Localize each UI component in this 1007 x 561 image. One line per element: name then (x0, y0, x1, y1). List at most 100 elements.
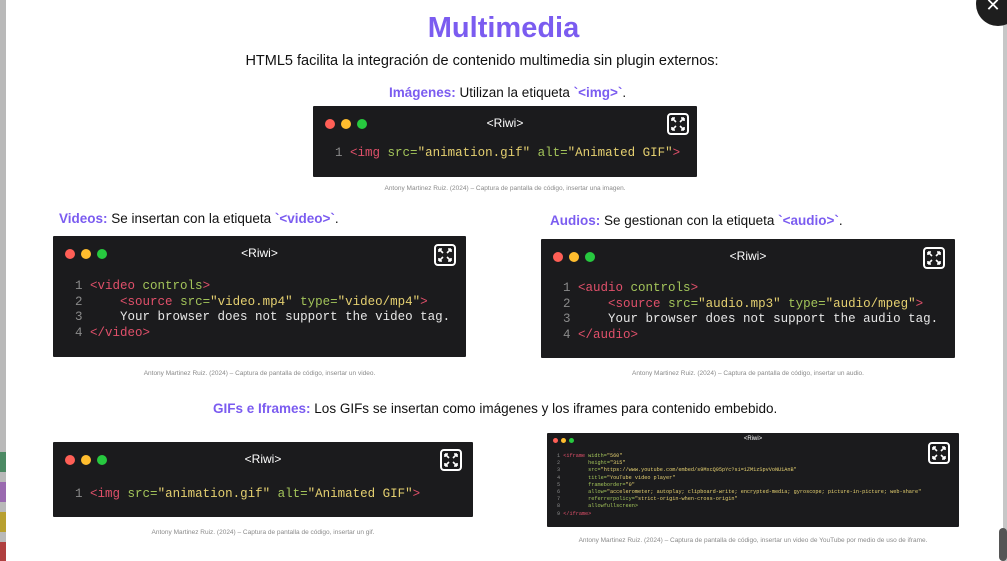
code-attr: controls (623, 281, 691, 295)
code-string: "YouTube video player" (606, 474, 676, 481)
code-block: 1 <img src="animation.gif" alt="Animated… (335, 146, 680, 162)
line-number: 3 (557, 467, 561, 474)
code-window-gifs: <Riwi> 1 <img src="animation.gif" alt="A… (53, 442, 473, 517)
images-lead: Imágenes: Utilizan la etiqueta `<img>`. (389, 85, 626, 100)
code-tag: <video (90, 279, 136, 293)
line-number: 1 (75, 487, 83, 501)
images-text: Utilizan la etiqueta (455, 85, 574, 100)
code-tag: <img (90, 487, 128, 501)
iframe-caption: Antony Martinez Ruiz. (2024) – Captura d… (578, 537, 928, 544)
window-title: <Riwi> (241, 246, 278, 260)
code-string: "accelerometer; autoplay; clipboard-writ… (606, 489, 922, 496)
line-number: 2 (75, 294, 83, 309)
code-attr: src= (387, 146, 418, 160)
line-number: 2 (557, 460, 561, 467)
code-tag: <source (608, 296, 661, 311)
code-attr: src= (563, 467, 601, 474)
window-title: <Riwi> (743, 436, 763, 442)
code-line: 7 referrerpolicy="strict-origin-when-cro… (557, 496, 921, 503)
code-block: 1 <video controls> 2 <source src="video.… (75, 279, 450, 341)
backdrop-right (1003, 0, 1007, 561)
code-attr: controls (135, 279, 203, 293)
audios-caption: Antony Martinez Ruiz. (2024) – Captura d… (632, 370, 864, 377)
line-number: 8 (557, 503, 561, 510)
line-number: 6 (557, 489, 561, 496)
line-number: 9 (557, 510, 561, 517)
code-text: Your browser does not support the video … (90, 310, 451, 324)
code-line: 5 frameborder="0" (557, 482, 921, 489)
expand-icon[interactable] (923, 247, 945, 269)
code-string: "https://www.youtube.com/embed/s9MxcQ95p… (600, 467, 797, 474)
code-attr: frameborder= (563, 481, 626, 488)
expand-icon[interactable] (928, 442, 950, 464)
code-window-images: <Riwi> 1 <img src="animation.gif" alt="A… (313, 106, 697, 177)
code-window-iframe: <Riwi> 1 <iframe width="560" 2 height="31… (547, 433, 959, 527)
code-string: "Animated GIF" (307, 487, 413, 501)
line-number: 4 (75, 325, 83, 340)
code-tag: <source (120, 294, 173, 309)
code-tag: </iframe> (563, 510, 592, 517)
code-line: 8 allowfullscreen> (557, 503, 921, 510)
line-number: 3 (563, 312, 571, 326)
scrollbar[interactable] (999, 528, 1007, 561)
gifs-keyword: GIFs e Iframes: (213, 401, 311, 416)
code-attr: type= (292, 294, 338, 309)
line-number: 4 (563, 327, 571, 342)
code-attr: alt= (530, 146, 568, 160)
images-tag: `<img>` (573, 85, 623, 100)
code-attr: src= (127, 487, 158, 501)
code-string: "video.mp4" (210, 294, 293, 309)
code-tag: > (420, 294, 428, 309)
videos-caption: Antony Martinez Ruiz. (2024) – Captura d… (143, 370, 376, 377)
code-block: 1 <img src="animation.gif" alt="Animated… (75, 487, 420, 503)
code-tag: <img (350, 146, 388, 160)
line-number: 2 (563, 296, 571, 311)
code-string: "Animated GIF" (567, 146, 673, 160)
code-string: "315" (609, 460, 626, 467)
code-tag: > (412, 487, 421, 501)
line-number: 4 (557, 474, 561, 481)
code-string: "video/mp4" (337, 294, 421, 309)
videos-end: . (334, 211, 339, 226)
code-attr: type= (780, 296, 826, 311)
code-attr: referrerpolicy= (563, 496, 635, 503)
videos-text: Se insertan con la etiqueta (107, 211, 275, 226)
code-window-audios: <Riwi> 1 <audio controls> 2 <source src=… (541, 239, 955, 358)
window-title: <Riwi> (244, 452, 282, 466)
line-number: 1 (557, 453, 561, 459)
code-tag: > (915, 296, 924, 311)
code-string: "audio/mpeg" (825, 296, 916, 311)
expand-icon[interactable] (667, 113, 689, 135)
gifs-caption: Antony Martinez Ruiz. (2024) – Captura d… (151, 529, 375, 536)
code-line: 2 height="315" (557, 460, 921, 467)
code-string: "animation.gif" (417, 146, 531, 160)
code-tag: </audio> (578, 327, 639, 342)
videos-lead: Videos: Se insertan con la etiqueta `<vi… (59, 211, 339, 226)
code-tag: > (202, 279, 211, 293)
code-tag: <audio (578, 281, 624, 295)
line-number: 7 (557, 496, 561, 503)
audios-keyword: Audios: (550, 213, 601, 228)
audios-tag: `<audio>` (778, 213, 839, 228)
images-caption: Antony Martinez Ruiz. (2024) – Captura d… (384, 185, 626, 192)
page-subtitle: HTML5 facilita la integración de conteni… (245, 53, 719, 69)
images-keyword: Imágenes: (389, 85, 456, 100)
code-block: 1 <iframe width="560" 2 height="315" 3 src… (557, 453, 921, 518)
code-tag: > (672, 146, 681, 160)
code-attr: allowfullscreen> (563, 503, 638, 510)
code-attr: allow= (563, 489, 607, 496)
expand-icon[interactable] (440, 449, 462, 471)
code-attr: src= (660, 296, 699, 311)
code-string: "560" (606, 453, 623, 459)
code-line: 3 src="https://www.youtube.com/embed/s9M… (557, 467, 921, 474)
expand-icon[interactable] (434, 244, 456, 266)
audios-lead: Audios: Se gestionan con la etiqueta `<a… (550, 213, 843, 228)
code-string: "0" (625, 481, 635, 488)
images-end: . (622, 85, 627, 100)
line-number: 5 (557, 481, 561, 488)
code-line: 1 <iframe width="560" (557, 453, 921, 460)
code-string: "animation.gif" (157, 487, 271, 501)
code-block: 1 <audio controls> 2 <source src="audio.… (563, 281, 938, 343)
code-attr: alt= (270, 487, 308, 501)
